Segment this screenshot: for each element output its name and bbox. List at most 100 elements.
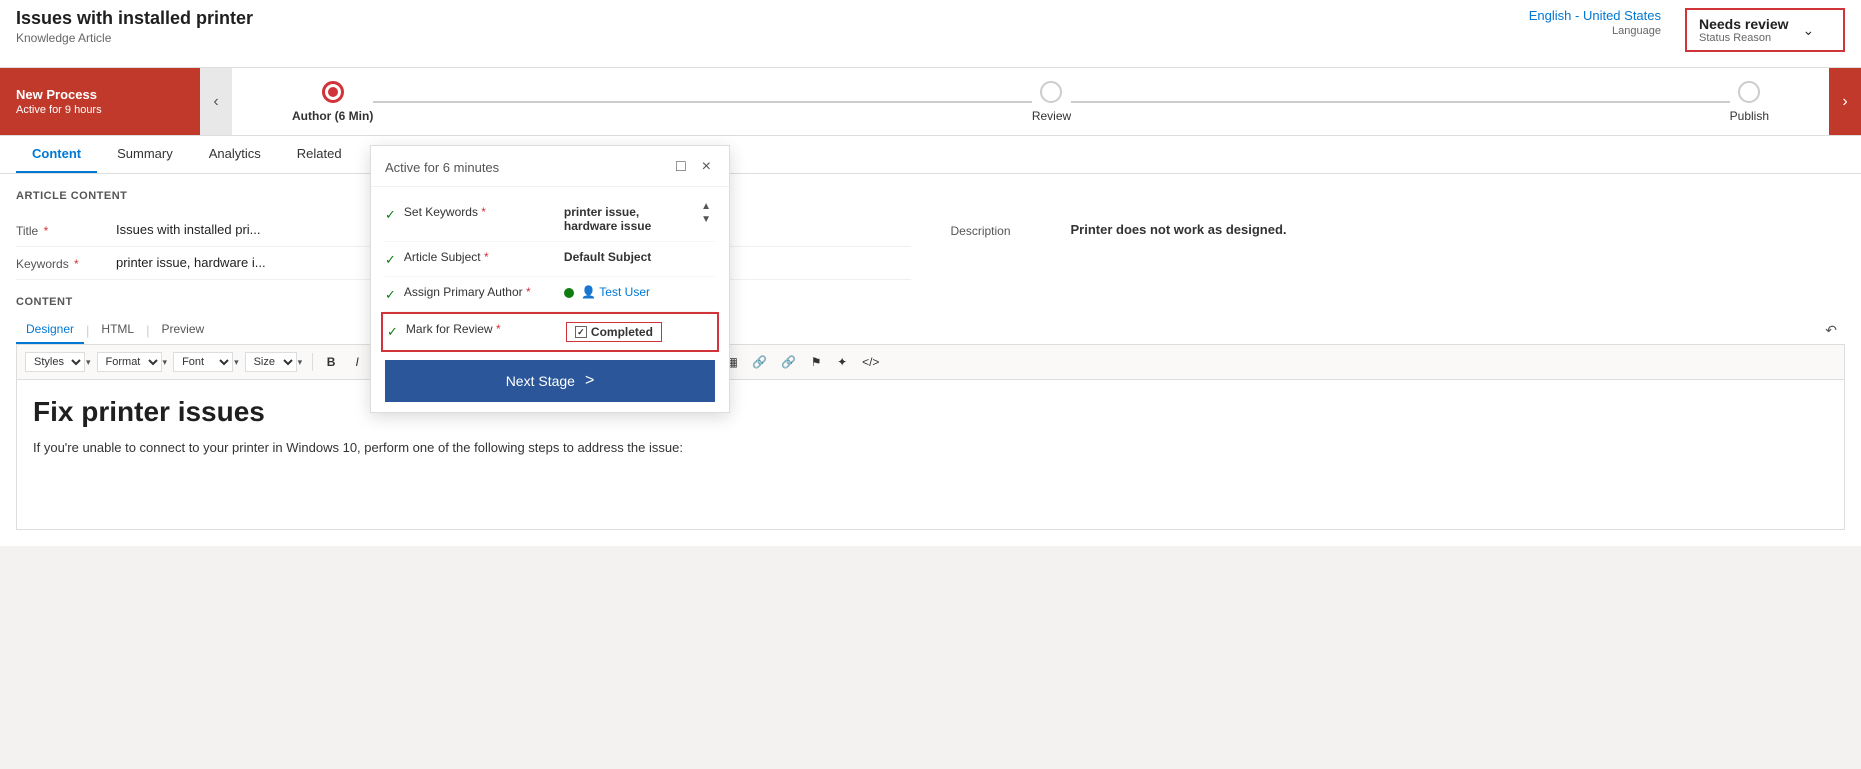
popup-value-author: 👤 Test User (564, 285, 715, 299)
status-chevron-icon[interactable]: ⌄ (1803, 22, 1815, 39)
completed-badge: ✓ Completed (566, 322, 662, 342)
toolbar-format-select[interactable]: Format (97, 352, 162, 372)
page-subtitle: Knowledge Article (16, 31, 253, 45)
stage-author-circle (322, 81, 344, 103)
toolbar-font-select[interactable]: Font (173, 352, 233, 372)
title-label: Title * (16, 222, 116, 238)
toolbar-sep-1 (312, 353, 313, 371)
tab-content[interactable]: Content (16, 136, 97, 173)
toolbar-bold-button[interactable]: B (319, 351, 343, 373)
page-title: Issues with installed printer (16, 8, 253, 29)
language-section: English - United States Language (1529, 8, 1661, 37)
stage-publish-circle (1738, 81, 1760, 103)
stage-popup: Active for 6 minutes □ × ✓ Set Keywords … (370, 145, 730, 413)
next-stage-label: Next Stage (506, 373, 575, 389)
popup-label-keywords: Set Keywords * (404, 205, 564, 219)
popup-rows-wrapper: ✓ Set Keywords * printer issue,hardware … (385, 197, 715, 352)
popup-value-mark-review: ✓ Completed (566, 322, 713, 342)
popup-req-mark-review: * (496, 322, 501, 336)
toolbar-size-group: Size ▾ (245, 352, 303, 372)
scroll-arrows: ▲ ▼ (697, 197, 715, 229)
stage-line-2 (1071, 101, 1729, 103)
stage-review-label: Review (1032, 109, 1071, 123)
popup-title: Active for 6 minutes (385, 160, 499, 175)
popup-check-subject: ✓ (385, 252, 396, 268)
process-nav-left-button[interactable]: ‹ (200, 68, 232, 135)
editor-tab-html[interactable]: HTML (91, 316, 144, 344)
popup-req-keywords: * (481, 205, 486, 219)
stage-review-circle (1040, 81, 1062, 103)
header-right: English - United States Language Needs r… (1529, 8, 1845, 52)
popup-expand-button[interactable]: □ (672, 156, 690, 178)
editor-body[interactable]: Fix printer issues If you're unable to c… (16, 380, 1845, 530)
language-link[interactable]: English - United States (1529, 8, 1661, 23)
toolbar-styles-select[interactable]: Styles (25, 352, 85, 372)
toolbar-italic-button[interactable]: I (345, 351, 369, 373)
toolbar-flag-button[interactable]: ⚑ (804, 351, 828, 373)
popup-check-keywords: ✓ (385, 207, 396, 223)
scroll-down-icon[interactable]: ▼ (701, 214, 711, 225)
process-name: New Process (16, 87, 184, 102)
header: Issues with installed printer Knowledge … (0, 0, 1861, 68)
tabs-bar: Content Summary Analytics Related (0, 136, 1861, 174)
popup-req-author: * (526, 285, 531, 299)
stage-review[interactable]: Review (1032, 81, 1071, 123)
toolbar-font-group: Font ▾ (173, 352, 239, 372)
editor-tab-preview[interactable]: Preview (151, 316, 214, 344)
popup-value-keywords: printer issue,hardware issue (564, 205, 715, 233)
popup-row-keywords: ✓ Set Keywords * printer issue,hardware … (385, 197, 715, 242)
description-area: Description Printer does not work as des… (951, 214, 1846, 280)
popup-row-subject: ✓ Article Subject * Default Subject (385, 242, 715, 277)
stage-line-1 (373, 101, 1031, 103)
tab-summary[interactable]: Summary (101, 136, 189, 173)
toolbar-styles-group: Styles ▾ (25, 352, 91, 372)
popup-value-subject: Default Subject (564, 250, 715, 264)
keywords-label: Keywords * (16, 255, 116, 271)
content-tab-body: ARTICLE CONTENT Title * Issues with inst… (0, 174, 1861, 546)
popup-check-author: ✓ (385, 287, 396, 303)
popup-label-mark-review: Mark for Review * (406, 322, 566, 336)
next-stage-chevron-icon: > (585, 372, 594, 390)
stage-author[interactable]: Author (6 Min) (292, 81, 373, 123)
toolbar-unlink-button[interactable]: 🔗 (775, 351, 802, 373)
popup-row-author: ✓ Assign Primary Author * 👤 Test User (385, 277, 715, 312)
toolbar-special-button[interactable]: ✦ (830, 351, 854, 373)
editor-heading: Fix printer issues (33, 396, 1828, 428)
description-value: Printer does not work as designed. (1071, 222, 1287, 237)
editor-tabs: Designer | HTML | Preview ↶ (16, 316, 1845, 345)
toolbar-format-arrow: ▾ (163, 357, 168, 368)
article-content-title: ARTICLE CONTENT (16, 190, 1845, 202)
toolbar-styles-arrow: ▾ (86, 357, 91, 368)
editor-body-text: If you're unable to connect to your prin… (33, 438, 1828, 458)
popup-close-button[interactable]: × (698, 156, 715, 178)
description-label: Description (951, 222, 1071, 238)
status-label: Status Reason (1699, 32, 1789, 44)
tab-related[interactable]: Related (281, 136, 358, 173)
header-left: Issues with installed printer Knowledge … (16, 8, 253, 45)
process-label: New Process Active for 9 hours (0, 68, 200, 135)
popup-label-subject: Article Subject * (404, 250, 564, 264)
scroll-up-icon[interactable]: ▲ (701, 201, 711, 212)
stage-author-label: Author (6 Min) (292, 109, 373, 123)
undo-button[interactable]: ↶ (1817, 318, 1845, 343)
toolbar-link-button[interactable]: 🔗 (746, 351, 773, 373)
toolbar-size-select[interactable]: Size (245, 352, 297, 372)
popup-header: Active for 6 minutes □ × (371, 146, 729, 187)
completed-label: Completed (591, 325, 653, 339)
toolbar-html-button[interactable]: </> (856, 351, 885, 373)
process-nav-right-button[interactable]: › (1829, 68, 1861, 135)
completed-checkbox-icon: ✓ (575, 326, 587, 338)
title-required: * (44, 224, 49, 238)
process-bar: New Process Active for 9 hours ‹ Author … (0, 68, 1861, 136)
popup-req-subject: * (484, 250, 489, 264)
editor-tab-designer[interactable]: Designer (16, 316, 84, 344)
author-link[interactable]: 👤 Test User (581, 285, 650, 299)
main-content: Content Summary Analytics Related ARTICL… (0, 136, 1861, 546)
keywords-required: * (74, 257, 79, 271)
editor-tab-sep-1: | (84, 323, 91, 338)
stage-publish[interactable]: Publish (1730, 81, 1769, 123)
popup-body: ✓ Set Keywords * printer issue,hardware … (371, 187, 729, 412)
tab-analytics[interactable]: Analytics (193, 136, 277, 173)
status-section[interactable]: Needs review Status Reason ⌄ (1685, 8, 1845, 52)
next-stage-button[interactable]: Next Stage > (385, 360, 715, 402)
